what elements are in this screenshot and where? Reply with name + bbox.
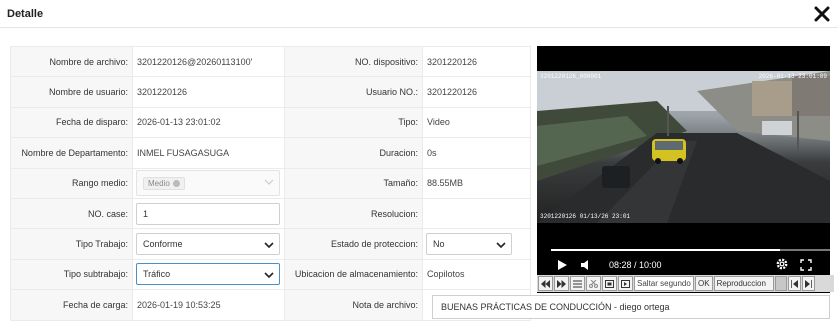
fullscreen-icon[interactable] [800,258,812,271]
estado-proteccion-selected: No [433,239,445,250]
form-row: Fecha de disparo: 2026-01-13 23:01:02 Ti… [10,106,531,139]
player-control-bar: 08:28 / 10:00 [537,241,830,276]
chevron-down-icon [264,179,274,186]
estado-proteccion-select[interactable]: No [426,233,512,256]
ubicacion-label: Ubicacion de almacenamiento: [284,258,423,291]
volume-icon[interactable] [580,258,592,270]
tipo-subtrabajo-cell: Tráfico [132,258,285,291]
ubicacion-value: Copilotos [422,258,531,291]
osd-top-right: 2026-01-13 23:01:09 [758,73,827,80]
detail-form: Nombre de archivo: 3201220126@2026011310… [10,45,531,321]
form-row: Tipo Trabajo: Conforme Estado de protecc… [10,228,531,260]
rango-medio-select[interactable]: Medio [136,170,280,197]
scissors-icon[interactable] [586,276,601,291]
play-icon[interactable] [556,258,568,270]
no-case-label: NO. case: [10,197,133,230]
chevron-down-icon [264,242,274,249]
nota-archivo-field[interactable]: BUENAS PRÁCTICAS DE CONDUCCIÓN - diego o… [432,295,830,319]
rewind-icon[interactable] [538,276,553,291]
rango-medio-cell: Medio [132,167,285,199]
tamano-label: Tamaño: [284,167,423,199]
list-icon[interactable] [570,276,585,291]
time-display: 08:28 / 10:00 [609,260,662,270]
fecha-disparo-value: 2026-01-13 23:01:02 [132,106,285,139]
osd-bottom-left: 3201220126 01/13/26 23:01 [540,213,631,220]
duracion-label: Duracion: [284,137,423,169]
tipo-label: Tipo: [284,106,423,139]
tamano-value: 88.55MB [422,167,531,199]
usuario-no-label: Usuario NO.: [284,76,423,108]
form-row: Tipo subtrabajo: Tráfico Ubicacion de al… [10,258,531,291]
snapshot-icon[interactable] [602,276,617,291]
ok-button[interactable]: OK [695,276,713,291]
resolucion-label: Resolucion: [284,197,423,230]
video-player[interactable]: 3201220126_000001 2026-01-13 23:01:09 32… [537,46,830,293]
no-case-input[interactable]: 1 [136,202,280,225]
chevron-down-icon [496,242,506,249]
playback-button[interactable]: Reproduccion [713,276,774,291]
nombre-archivo-value: 3201220126@20260113100' [132,45,285,78]
departamento-value: INMEL FUSAGASUGA [132,137,285,169]
fecha-carga-label: Fecha de carga: [10,289,133,321]
dashcam-scene [537,71,830,223]
estado-proteccion-cell: No [422,228,531,260]
osd-top-left: 3201220126_000001 [540,73,602,80]
detail-content: Nombre de archivo: 3201220126@2026011310… [10,45,834,324]
no-dispositivo-value: 3201220126 [422,45,531,78]
nombre-usuario-label: Nombre de usuario: [10,76,133,108]
form-row: Nombre de archivo: 3201220126@2026011310… [10,45,531,78]
tipo-trabajo-selected: Conforme [143,239,183,250]
tipo-value: Video [422,106,531,139]
form-row: NO. case: 1 Resolucion: [10,197,531,230]
nombre-usuario-value: 3201220126 [132,76,285,108]
nota-archivo-value: BUENAS PRÁCTICAS DE CONDUCCIÓN - diego o… [441,302,670,312]
last-icon[interactable] [801,276,815,291]
progress-fill [551,249,780,251]
rango-medio-label: Rango medio: [10,167,133,199]
dialog-title: Detalle [7,8,44,20]
fecha-disparo-label: Fecha de disparo: [10,106,133,139]
nota-archivo-label: Nota de archivo: [284,289,423,321]
tipo-trabajo-label: Tipo Trabajo: [10,228,133,260]
playback-toolbar: Saltar segundo OK Reproduccion [537,275,834,292]
no-case-input-value: 1 [143,208,149,219]
no-dispositivo-label: NO. dispositivo: [284,45,423,78]
dialog-header: Detalle [0,0,838,28]
tipo-trabajo-cell: Conforme [132,228,285,260]
departamento-label: Nombre de Departamento: [10,137,133,169]
chevron-down-icon [264,272,274,279]
skip-seconds-placeholder: Saltar segundo [637,279,691,288]
tipo-subtrabajo-label: Tipo subtrabajo: [10,258,133,291]
estado-proteccion-label: Estado de proteccion: [284,228,423,260]
settings-gear-icon[interactable] [775,257,789,271]
form-row: Nombre de Departamento: INMEL FUSAGASUGA… [10,137,531,169]
fecha-carga-value: 2026-01-19 10:53:25 [132,289,285,321]
medio-tag-label: Medio [148,178,170,188]
close-icon[interactable] [814,6,830,22]
toolbar-spacer [774,276,787,291]
no-case-cell: 1 [132,197,285,230]
tipo-trabajo-select[interactable]: Conforme [136,233,280,256]
tipo-subtrabajo-select[interactable]: Tráfico [136,263,280,286]
nombre-archivo-label: Nombre de archivo: [10,45,133,78]
video-frame[interactable]: 3201220126_000001 2026-01-13 23:01:09 32… [537,71,830,223]
resolucion-value [422,197,531,230]
tipo-subtrabajo-selected: Tráfico [143,269,171,280]
medio-tag: Medio [143,176,185,190]
first-icon[interactable] [787,276,801,291]
progress-bar[interactable] [551,249,830,251]
skip-seconds-input[interactable]: Saltar segundo [634,276,694,291]
usuario-no-value: 3201220126 [422,76,531,108]
tag-remove-icon[interactable] [172,179,180,187]
frame-icon[interactable] [618,276,633,291]
duracion-value: 0s [422,137,531,169]
form-row: Rango medio: Medio Tamaño: 88.55MB [10,167,531,199]
form-row: Nombre de usuario: 3201220126 Usuario NO… [10,76,531,108]
fast-forward-icon[interactable] [554,276,569,291]
